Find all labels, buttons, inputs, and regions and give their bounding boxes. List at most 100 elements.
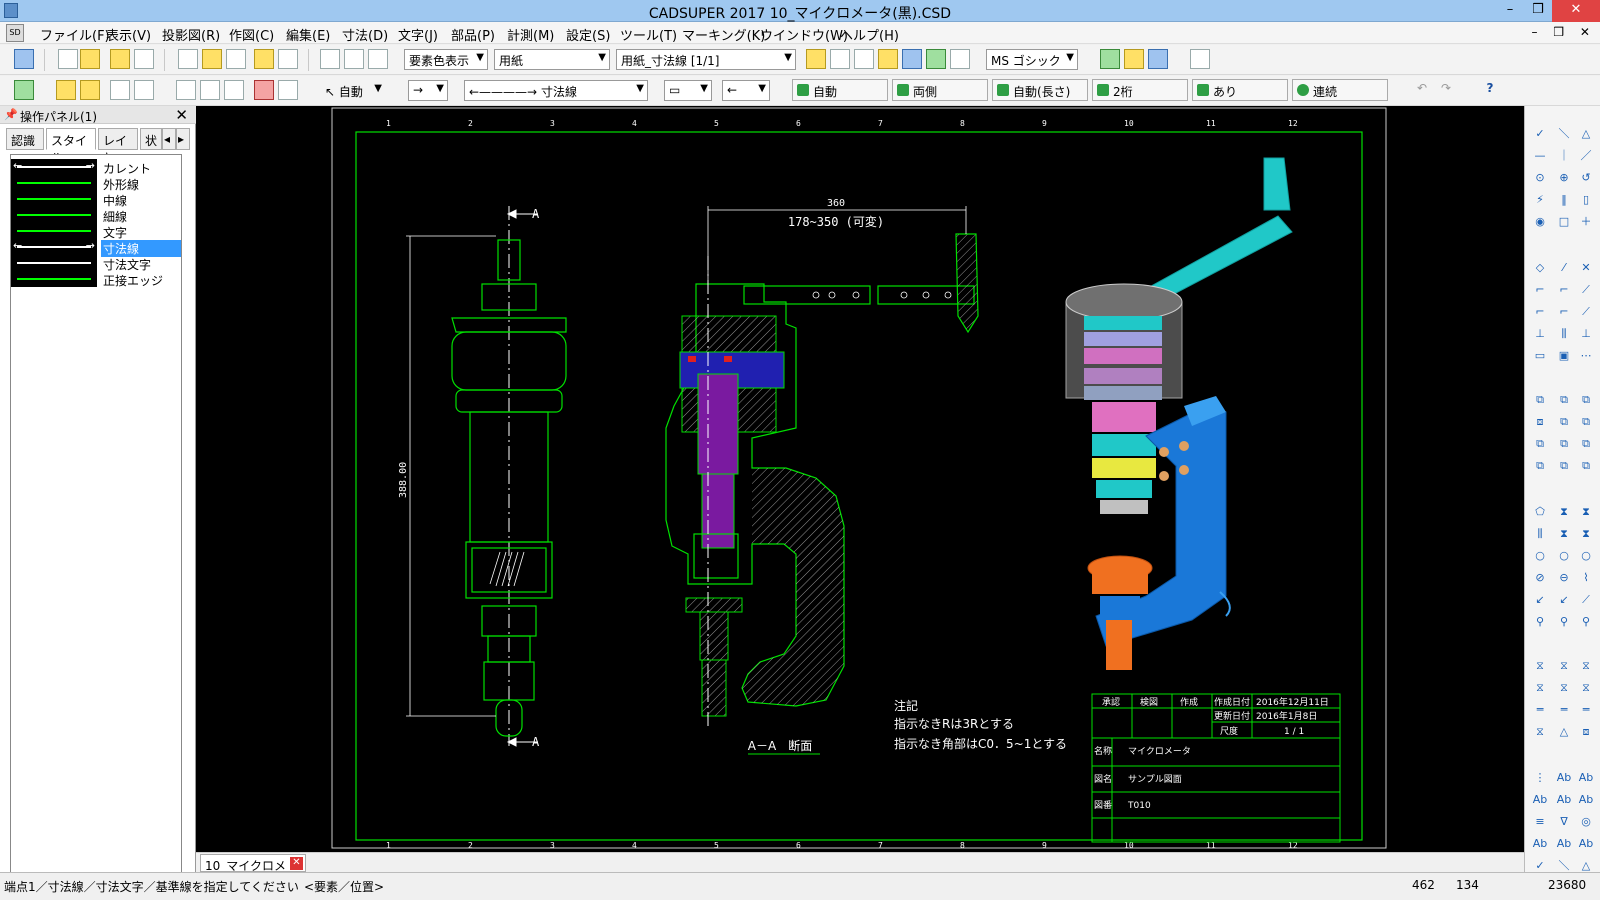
draw-tool-icon[interactable]: ⚲ bbox=[1555, 614, 1573, 630]
style-item[interactable]: 寸法文字 bbox=[11, 255, 181, 272]
menu-tools[interactable]: ツール(T) bbox=[620, 25, 677, 44]
draw-tool-icon[interactable]: ◎ bbox=[1577, 814, 1595, 830]
parts-icon[interactable] bbox=[878, 49, 898, 69]
draw-tool-icon[interactable]: ⋯ bbox=[1577, 348, 1595, 364]
document-tab[interactable]: 10_マイクロメー... ✕ bbox=[200, 854, 306, 890]
draw-tool-icon[interactable]: ⧉ bbox=[1577, 414, 1595, 430]
arrow-end-select[interactable]: ← ▼ bbox=[722, 80, 770, 101]
export-icon[interactable] bbox=[1124, 49, 1144, 69]
measure-polyline-icon[interactable] bbox=[344, 49, 364, 69]
snap-icon[interactable] bbox=[14, 80, 34, 100]
draw-tool-icon[interactable]: ═ bbox=[1577, 702, 1595, 718]
draw-tool-icon[interactable]: ⧖ bbox=[1531, 658, 1549, 674]
draw-tool-icon[interactable]: Ab bbox=[1531, 792, 1549, 808]
draw-tool-icon[interactable]: ⧖ bbox=[1577, 658, 1595, 674]
draw-tool-icon[interactable]: ○ bbox=[1577, 548, 1595, 564]
draw-tool-icon[interactable]: ⧉ bbox=[1531, 436, 1549, 452]
draw-tool-icon[interactable]: ⧉ bbox=[1555, 392, 1573, 408]
layer-icon[interactable] bbox=[110, 49, 130, 69]
draw-tool-icon[interactable]: ═ bbox=[1531, 702, 1549, 718]
draw-tool-icon[interactable]: ⧗ bbox=[1577, 504, 1595, 520]
maximize-button[interactable]: ❒ bbox=[1524, 0, 1552, 22]
draw-tool-icon[interactable]: ＼ bbox=[1555, 126, 1573, 142]
close-tab-icon[interactable]: ✕ bbox=[290, 857, 303, 870]
tab-recognize[interactable]: 認識 bbox=[6, 128, 44, 150]
draw-tool-icon[interactable]: △ bbox=[1555, 724, 1573, 740]
draw-tool-icon[interactable]: ⫼ bbox=[1531, 526, 1549, 542]
copy-icon[interactable] bbox=[854, 49, 874, 69]
draw-tool-icon[interactable]: ⧉ bbox=[1531, 458, 1549, 474]
draw-tool-icon[interactable]: ＋ bbox=[1577, 214, 1595, 230]
text-attr-icon[interactable] bbox=[254, 80, 274, 100]
draw-tool-icon[interactable]: ⚲ bbox=[1577, 614, 1595, 630]
draw-tool-icon[interactable]: ｜ bbox=[1555, 148, 1573, 164]
draw-tool-icon[interactable]: ‖ bbox=[1555, 192, 1573, 208]
start-icon[interactable] bbox=[1148, 49, 1168, 69]
draw-tool-icon[interactable]: ⚲ bbox=[1531, 614, 1549, 630]
window-tile-icon[interactable] bbox=[202, 49, 222, 69]
menu-projection[interactable]: 投影図(R) bbox=[162, 25, 220, 44]
color-icon[interactable] bbox=[926, 49, 946, 69]
window-split-icon[interactable] bbox=[226, 49, 246, 69]
tab-state[interactable]: 状 bbox=[140, 128, 162, 150]
line-style-select[interactable]: ←————→ 寸法線 ▼ bbox=[464, 80, 648, 101]
digits-button[interactable]: 2桁 bbox=[1092, 79, 1188, 101]
draw-tool-icon[interactable]: Ab bbox=[1577, 792, 1595, 808]
print-preview-icon[interactable] bbox=[14, 49, 34, 69]
draw-tool-icon[interactable]: ✕ bbox=[1577, 260, 1595, 276]
color-mode-select[interactable]: 要素色表示 ▼ bbox=[404, 49, 488, 70]
layer-copy-icon[interactable] bbox=[80, 80, 100, 100]
draw-tool-icon[interactable]: ⧉ bbox=[1555, 436, 1573, 452]
pan-tool-icon[interactable] bbox=[278, 49, 298, 69]
tab-layer[interactable]: レイヤ bbox=[98, 128, 138, 165]
draw-tool-icon[interactable]: ⊕ bbox=[1555, 170, 1573, 186]
draw-tool-icon[interactable]: Ab bbox=[1577, 836, 1595, 852]
font-select[interactable]: MS ゴシック ▼ bbox=[986, 49, 1078, 70]
menu-edit[interactable]: 編集(E) bbox=[286, 25, 330, 44]
draw-tool-icon[interactable]: ≡ bbox=[1531, 814, 1549, 830]
style-item[interactable]: 細線 bbox=[11, 207, 181, 224]
draw-tool-icon[interactable]: Ab bbox=[1577, 770, 1595, 786]
draw-tool-icon[interactable]: — bbox=[1531, 148, 1549, 164]
undo-icon[interactable]: ↶ bbox=[1412, 80, 1432, 100]
draw-tool-icon[interactable]: ⌐ bbox=[1555, 282, 1573, 298]
both-sides-button[interactable]: 両側 bbox=[892, 79, 988, 101]
auto-length-button[interactable]: 自動(長さ) bbox=[992, 79, 1088, 101]
import-icon[interactable] bbox=[1100, 49, 1120, 69]
draw-tool-icon[interactable]: ⊖ bbox=[1555, 570, 1573, 586]
draw-tool-icon[interactable]: ⚡ bbox=[1531, 192, 1549, 208]
draw-tool-icon[interactable]: ⊥ bbox=[1577, 326, 1595, 342]
draw-tool-icon[interactable]: ⧉ bbox=[1577, 436, 1595, 452]
draw-tool-icon[interactable]: ∇ bbox=[1555, 814, 1573, 830]
paper-select[interactable]: 用紙 ▼ bbox=[494, 49, 610, 70]
new-file-icon[interactable] bbox=[58, 49, 78, 69]
menu-help[interactable]: ヘルプ(H) bbox=[840, 25, 899, 44]
draw-tool-icon[interactable]: ／ bbox=[1577, 148, 1595, 164]
measure-angle-icon[interactable] bbox=[368, 49, 388, 69]
draw-tool-icon[interactable]: ⌐ bbox=[1531, 282, 1549, 298]
layer-stack-icon[interactable] bbox=[56, 80, 76, 100]
draw-tool-icon[interactable]: ⧉ bbox=[1577, 458, 1595, 474]
dimension-arc-icon[interactable] bbox=[200, 80, 220, 100]
menu-settings[interactable]: 設定(S) bbox=[566, 25, 610, 44]
continuous-button[interactable]: 連続 bbox=[1292, 79, 1388, 101]
panel-close-icon[interactable]: ✕ bbox=[175, 106, 188, 124]
style-item[interactable]: ← → カレント bbox=[11, 159, 181, 176]
frame-alt-icon[interactable] bbox=[134, 80, 154, 100]
draw-tool-icon[interactable]: ⧗ bbox=[1555, 504, 1573, 520]
draw-tool-icon[interactable]: ⟋ bbox=[1577, 304, 1595, 320]
draw-tool-icon[interactable]: Ab bbox=[1555, 792, 1573, 808]
menu-parts[interactable]: 部品(P) bbox=[451, 25, 495, 44]
draw-tool-icon[interactable]: Ab bbox=[1531, 836, 1549, 852]
properties-icon[interactable] bbox=[1190, 49, 1210, 69]
draw-tool-icon[interactable]: ⬠ bbox=[1531, 504, 1549, 520]
draw-tool-icon[interactable]: ▣ bbox=[1555, 348, 1573, 364]
document-icon[interactable]: SD bbox=[6, 24, 24, 42]
table-icon[interactable] bbox=[830, 49, 850, 69]
layer-select[interactable]: 用紙_寸法線 [1/1] ▼ bbox=[616, 49, 796, 70]
draw-tool-icon[interactable]: ⧈ bbox=[1531, 414, 1549, 430]
print-icon[interactable] bbox=[134, 49, 154, 69]
draw-tool-icon[interactable]: ⊘ bbox=[1531, 570, 1549, 586]
menu-draw[interactable]: 作図(C) bbox=[229, 25, 274, 44]
draw-tool-icon[interactable]: ⧖ bbox=[1531, 680, 1549, 696]
